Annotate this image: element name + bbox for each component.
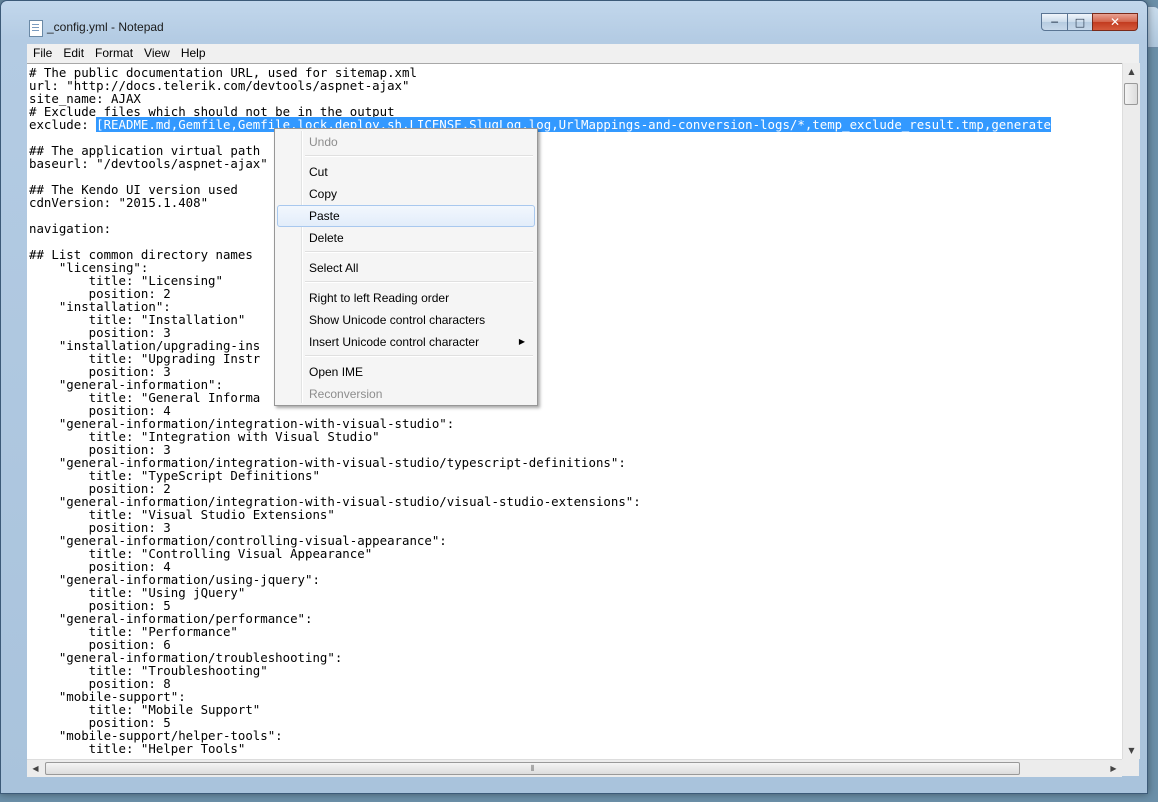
vertical-scroll-thumb[interactable] xyxy=(1124,83,1138,105)
editor-line[interactable]: title: "General Informa xyxy=(29,391,1122,404)
notepad-window: _config.yml - Notepad ─ □ ✕ File Edit Form… xyxy=(0,0,1148,794)
minimize-button[interactable]: ─ xyxy=(1041,13,1068,31)
menu-separator xyxy=(305,155,533,157)
horizontal-scroll-thumb[interactable]: ⦀ xyxy=(45,762,1020,775)
editor-line[interactable]: ## List common directory names xyxy=(29,248,1122,261)
context-menu-item-cut[interactable]: Cut xyxy=(277,161,535,183)
context-menu-item-show-unicode-control-characters[interactable]: Show Unicode control characters xyxy=(277,309,535,331)
context-menu-label: Delete xyxy=(309,231,344,245)
context-menu-label: Right to left Reading order xyxy=(309,291,450,305)
selected-text[interactable]: [README.md,Gemfile,Gemfile.lock,deploy.s… xyxy=(96,117,1051,132)
context-menu-item-open-ime[interactable]: Open IME xyxy=(277,361,535,383)
editor-line[interactable]: title: "Upgrading Instr xyxy=(29,352,1122,365)
editor-line[interactable]: url: "http://docs.telerik.com/devtools/a… xyxy=(29,79,1122,92)
editor-line[interactable]: title: "Helper Tools" xyxy=(29,742,1122,755)
context-menu-label: Open IME xyxy=(309,365,364,379)
menu-bar: File Edit Format View Help xyxy=(27,44,1139,63)
context-menu-label: Cut xyxy=(309,165,328,179)
editor-line[interactable]: title: "Licensing" xyxy=(29,274,1122,287)
editor-line[interactable] xyxy=(29,209,1122,222)
editor-line[interactable]: cdnVersion: "2015.1.408" xyxy=(29,196,1122,209)
vertical-scrollbar[interactable]: ▲ ▼ xyxy=(1122,63,1140,759)
editor-line[interactable]: title: "Using jQuery" xyxy=(29,586,1122,599)
editor-line[interactable]: title: "Troubleshooting" xyxy=(29,664,1122,677)
editor-line[interactable]: navigation: xyxy=(29,222,1122,235)
scroll-down-icon[interactable]: ▼ xyxy=(1123,742,1140,759)
exclude-key[interactable]: exclude: xyxy=(29,117,96,132)
context-menu-item-undo[interactable]: Undo xyxy=(277,131,535,153)
context-menu-label: Show Unicode control characters xyxy=(309,313,486,327)
menu-view[interactable]: View xyxy=(138,44,175,60)
editor-line[interactable]: title: "Mobile Support" xyxy=(29,703,1122,716)
context-menu-label: Paste xyxy=(309,209,340,223)
context-menu-label: Insert Unicode control character xyxy=(309,335,480,349)
size-grip[interactable] xyxy=(1122,759,1139,776)
editor-line[interactable]: exclude: [README.md,Gemfile,Gemfile.lock… xyxy=(29,117,1122,132)
editor-line[interactable]: position: 8 xyxy=(29,677,1122,690)
context-menu-item-reconversion[interactable]: Reconversion xyxy=(277,383,535,405)
context-menu-item-right-to-left-reading-order[interactable]: Right to left Reading order xyxy=(277,287,535,309)
context-menu-item-insert-unicode-control-character[interactable]: Insert Unicode control character ▶ xyxy=(277,331,535,353)
editor-line[interactable]: title: "Controlling Visual Appearance" xyxy=(29,547,1122,560)
context-menu-label: Undo xyxy=(309,135,338,149)
menu-separator xyxy=(305,281,533,283)
editor-line[interactable]: title: "Installation" xyxy=(29,313,1122,326)
menu-help[interactable]: Help xyxy=(175,44,211,60)
editor-line[interactable]: title: "TypeScript Definitions" xyxy=(29,469,1122,482)
scroll-up-icon[interactable]: ▲ xyxy=(1123,63,1140,80)
context-menu-item-paste[interactable]: Paste xyxy=(277,205,535,227)
submenu-arrow-icon: ▶ xyxy=(518,337,525,346)
close-button[interactable]: ✕ xyxy=(1092,13,1138,31)
editor-line[interactable]: position: 2 xyxy=(29,287,1122,300)
editor-line[interactable]: title: "Integration with Visual Studio" xyxy=(29,430,1122,443)
menu-edit[interactable]: Edit xyxy=(57,44,89,60)
editor-line[interactable]: title: "Visual Studio Extensions" xyxy=(29,508,1122,521)
editor-line[interactable]: baseurl: "/devtools/aspnet-ajax" xyxy=(29,157,1122,170)
window-title: _config.yml - Notepad xyxy=(47,20,164,34)
menu-format[interactable]: Format xyxy=(89,44,138,60)
menu-file[interactable]: File xyxy=(27,44,57,60)
menu-separator xyxy=(305,251,533,253)
context-menu-label: Select All xyxy=(309,261,359,275)
editor-content[interactable]: # The public documentation URL, used for… xyxy=(27,64,1122,755)
editor-line[interactable]: title: "Performance" xyxy=(29,625,1122,638)
title-bar[interactable]: _config.yml - Notepad ─ □ ✕ xyxy=(1,1,1147,43)
context-menu-item-select-all[interactable]: Select All xyxy=(277,257,535,279)
context-menu-item-copy[interactable]: Copy xyxy=(277,183,535,205)
context-menu-label: Reconversion xyxy=(309,387,383,401)
menu-separator xyxy=(305,355,533,357)
notepad-icon[interactable] xyxy=(29,20,43,37)
text-editor[interactable]: # The public documentation URL, used for… xyxy=(27,63,1122,760)
context-menu-item-delete[interactable]: Delete xyxy=(277,227,535,249)
maximize-button[interactable]: □ xyxy=(1067,13,1093,31)
scroll-left-icon[interactable]: ◀ xyxy=(27,760,44,777)
context-menu-label: Copy xyxy=(309,187,338,201)
horizontal-scrollbar[interactable]: ◀ ⦀ ▶ xyxy=(27,759,1122,777)
context-menu: Undo Cut Copy Paste Delete Select All Right to… xyxy=(274,128,538,406)
scroll-right-icon[interactable]: ▶ xyxy=(1105,760,1122,777)
